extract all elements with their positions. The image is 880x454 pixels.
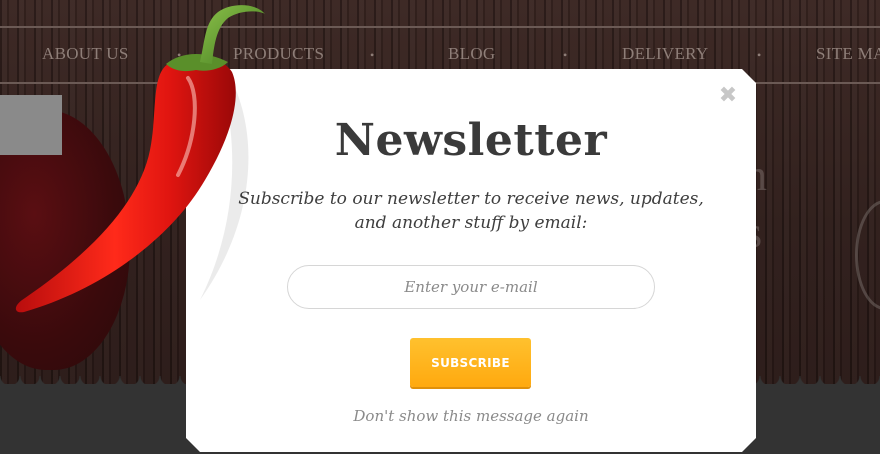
popup-description-line: and another stuff by email: xyxy=(354,213,588,233)
nav-item-site-map[interactable]: SITE MA xyxy=(816,44,880,64)
dont-show-again-link[interactable]: Don't show this message again xyxy=(186,407,756,425)
popup-description-line: Subscribe to our newsletter to receive n… xyxy=(238,189,704,209)
nav-item-delivery[interactable]: DELIVERY xyxy=(622,44,708,64)
chili-pepper-icon xyxy=(15,5,265,313)
nav-separator-dot: • xyxy=(757,48,762,62)
nav-separator-dot: • xyxy=(563,48,568,62)
nav-separator-dot: • xyxy=(370,48,375,62)
popup-description: Subscribe to our newsletter to receive n… xyxy=(230,187,712,235)
subscribe-button[interactable]: SUBSCRIBE xyxy=(410,338,531,387)
close-icon[interactable]: ✖ xyxy=(718,85,738,107)
nav-item-blog[interactable]: BLOG xyxy=(448,44,495,64)
email-field[interactable] xyxy=(287,265,655,309)
